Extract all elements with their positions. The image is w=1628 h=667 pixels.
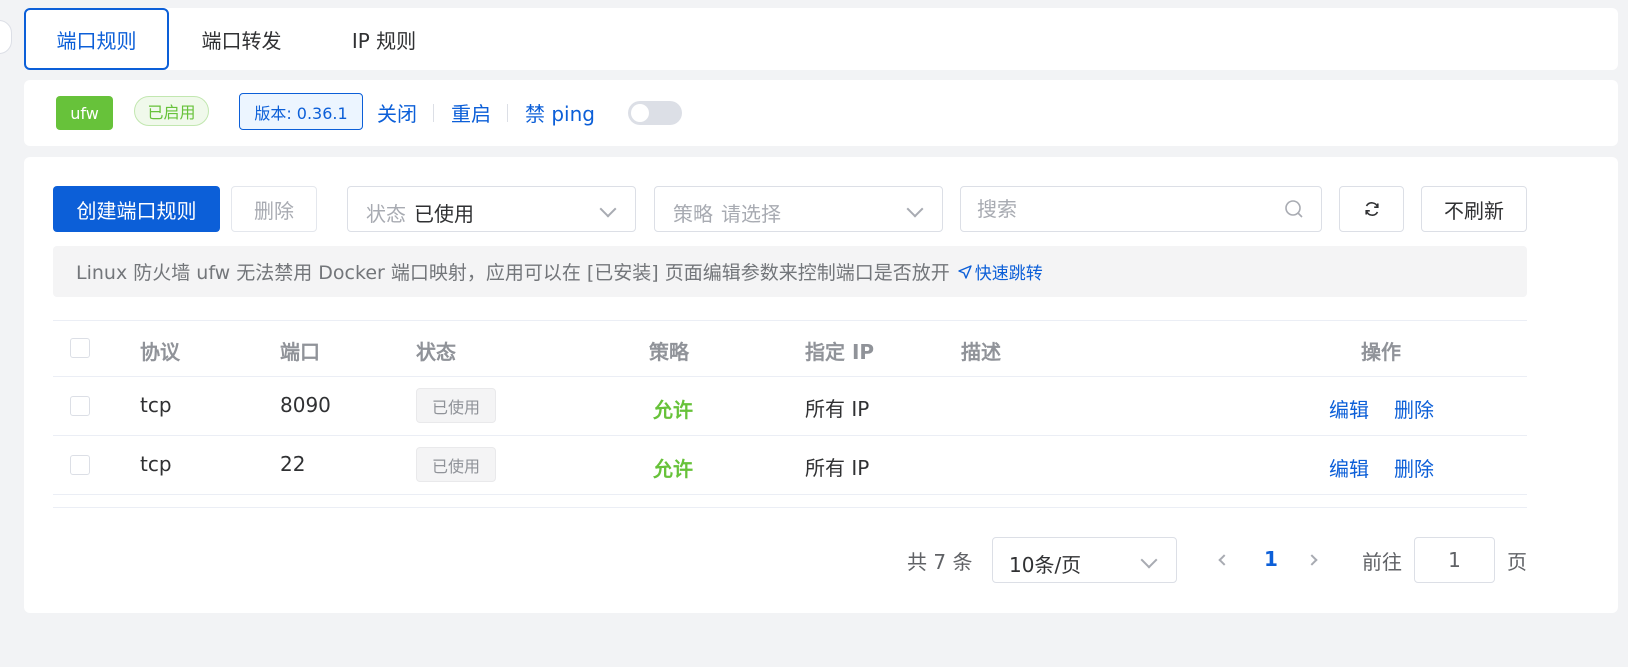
row-checkbox[interactable] [70,455,90,475]
cell-protocol: tcp [140,452,172,476]
docker-port-notice: Linux 防火墙 ufw 无法禁用 Docker 端口映射，应用可以在 [已安… [53,246,1527,297]
policy-allow-label: 允许 [653,398,693,422]
firewall-version-tag: 版本: 0.36.1 [239,93,363,130]
cell-ip: 所有 IP [805,456,870,480]
edit-link[interactable]: 编辑 [1329,453,1369,482]
goto-label: 前往 [1362,550,1402,574]
policy-allow-label: 允许 [653,457,693,481]
goto-page-input[interactable] [1414,537,1495,583]
tab-port-forwarding[interactable]: 端口转发 [169,8,314,70]
delete-link[interactable]: 删除 [1394,394,1434,423]
page-number-current[interactable]: 1 [1264,547,1278,571]
tab-bar: 端口规则 端口转发 IP 规则 [24,8,1618,70]
delete-link[interactable]: 删除 [1394,453,1434,482]
chevron-down-icon [1140,551,1158,569]
firewall-status-bar: ufw 已启用 版本: 0.36.1 关闭 重启 禁 ping [24,80,1618,146]
cell-ip: 所有 IP [805,397,870,421]
edit-link[interactable]: 编辑 [1329,394,1369,423]
chevron-down-icon [906,200,924,218]
tab-port-rules[interactable]: 端口规则 [24,8,169,70]
status-filter-value: 已使用 [414,202,474,226]
policy-filter-placeholder: 请选择 [721,202,781,226]
chevron-down-icon [599,200,617,218]
firewall-state-tag: 已启用 [134,96,209,126]
firewall-name-tag: ufw [56,96,113,130]
table-border [53,320,1527,321]
page-suffix-label: 页 [1507,550,1527,574]
send-icon [958,264,972,279]
create-port-rule-button[interactable]: 创建端口规则 [53,186,220,232]
port-rules-table: 协议 端口 状态 策略 指定 IP 描述 操作 tcp 8090 已使用 允许 … [53,320,1527,508]
prev-page-icon[interactable] [1218,554,1230,566]
header-ip[interactable]: 指定 IP [805,336,874,365]
divider [507,104,508,122]
select-all-checkbox[interactable] [70,338,90,358]
header-description[interactable]: 描述 [961,336,1001,365]
page-size-select[interactable]: 10条/页 [992,537,1177,583]
tab-ip-rules[interactable]: IP 规则 [314,8,454,70]
table-row: tcp 22 已使用 允许 所有 IP 编辑 删除 [53,436,1527,494]
next-page-icon[interactable] [1306,554,1318,566]
delete-button[interactable]: 删除 [231,186,317,232]
quick-jump-link[interactable]: 快速跳转 [958,259,1043,284]
close-firewall-link[interactable]: 关闭 [377,98,417,127]
rules-panel: 创建端口规则 删除 状态 已使用 策略 请选择 不刷新 Linux 防火墙 uf… [24,157,1618,613]
divider [433,104,434,122]
policy-filter-select[interactable]: 策略 请选择 [654,186,943,232]
cell-protocol: tcp [140,393,172,417]
disable-ping-toggle[interactable] [628,101,682,125]
row-divider [53,494,1527,495]
status-badge: 已使用 [416,447,496,482]
header-port[interactable]: 端口 [280,336,320,365]
header-status[interactable]: 状态 [416,336,456,365]
refresh-button[interactable] [1339,186,1404,232]
header-actions: 操作 [1361,340,1401,364]
policy-filter-prefix: 策略 [673,202,713,226]
page-size-value: 10条/页 [1009,553,1082,577]
header-policy[interactable]: 策略 [649,336,689,365]
table-bottom-border [53,507,1527,508]
refresh-icon [1364,202,1379,216]
total-count: 共 7 条 [907,550,973,574]
auto-refresh-select[interactable]: 不刷新 [1421,186,1527,232]
status-filter-select[interactable]: 状态 已使用 [347,186,636,232]
toggle-knob [631,104,649,122]
notice-text: Linux 防火墙 ufw 无法禁用 Docker 端口映射，应用可以在 [已安… [76,262,950,284]
table-row: tcp 8090 已使用 允许 所有 IP 编辑 删除 [53,377,1527,435]
disable-ping-label: 禁 ping [525,102,595,126]
restart-firewall-link[interactable]: 重启 [451,98,491,127]
status-filter-prefix: 状态 [366,202,406,226]
search-input[interactable] [960,186,1322,232]
cell-port: 8090 [280,393,331,417]
quick-jump-label: 快速跳转 [974,264,1043,284]
status-badge: 已使用 [416,388,496,423]
sidebar-collapse-handle[interactable] [0,20,12,54]
search-icon[interactable] [1284,199,1304,219]
row-checkbox[interactable] [70,396,90,416]
cell-port: 22 [280,452,306,476]
header-protocol[interactable]: 协议 [140,336,180,365]
